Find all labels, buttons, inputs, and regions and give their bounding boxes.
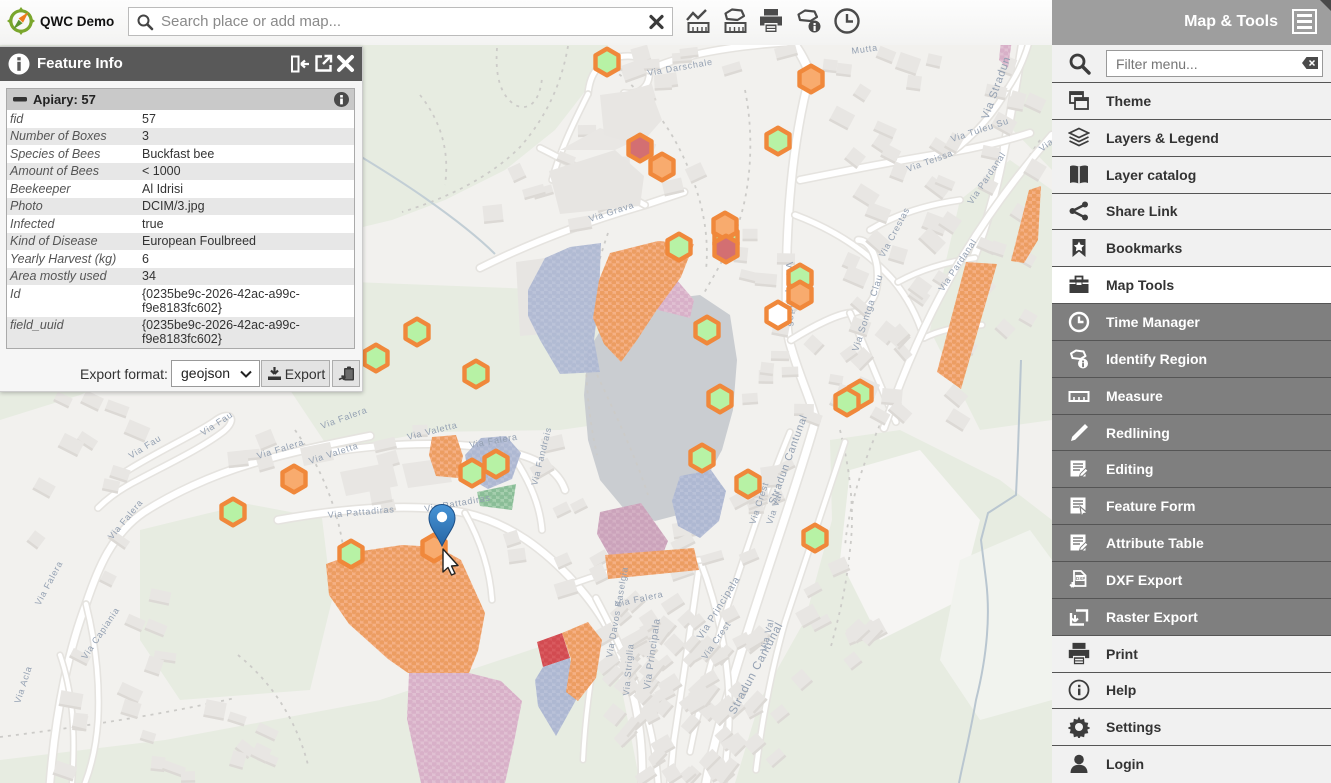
svg-text:DXF: DXF [1076, 576, 1085, 581]
